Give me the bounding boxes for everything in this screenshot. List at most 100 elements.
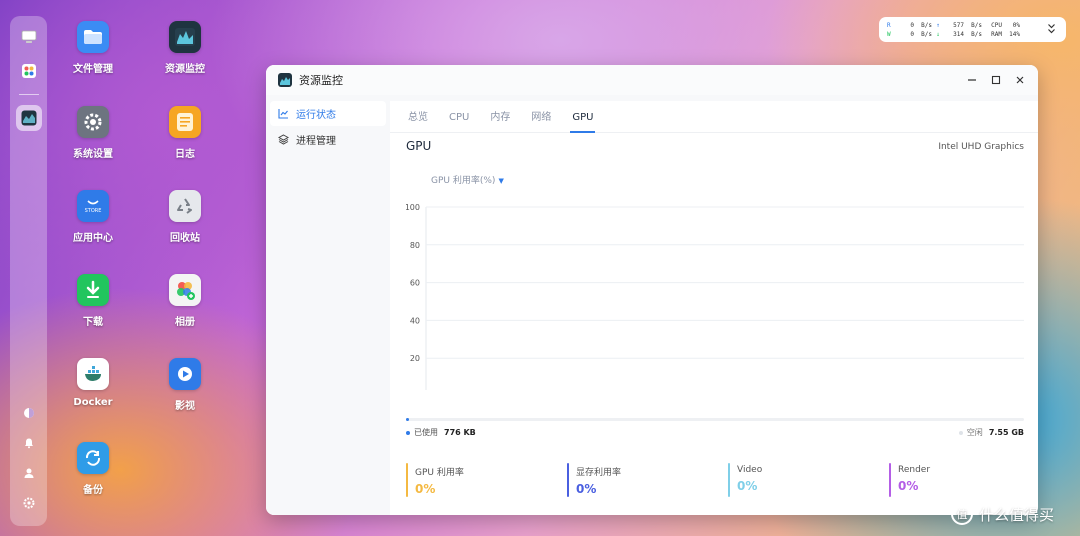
desktop-app-docker[interactable]: Docker [58, 358, 128, 408]
desktop-app-label: 备份 [83, 485, 103, 496]
stat-value: 0% [898, 479, 919, 493]
sysmon-w-write: 314 [953, 30, 964, 38]
dock-divider [18, 94, 39, 95]
video-icon [169, 358, 201, 390]
theme-icon[interactable] [16, 400, 42, 426]
sysmon-r-write: 577 [953, 21, 964, 29]
sidebar-item-running-status[interactable]: 运行状态 [270, 101, 386, 126]
gpu-model-name: Intel UHD Graphics [938, 142, 1024, 152]
window-title: 资源监控 [299, 74, 343, 87]
svg-text:STORE: STORE [85, 208, 102, 214]
memory-used: 已使用 776 KB [406, 427, 476, 438]
recycle-icon [169, 190, 201, 222]
desktop-app-download[interactable]: 下载 [58, 274, 128, 328]
settings-gear-icon[interactable] [16, 490, 42, 516]
desktop-app-backup[interactable]: 备份 [58, 442, 128, 496]
used-dot-icon [406, 430, 410, 435]
tab-overview[interactable]: 总览 [408, 101, 428, 133]
memory-free-label: 空闲 [966, 428, 983, 437]
sysmon-cpu-value: 0% [1012, 21, 1020, 29]
download-icon [77, 274, 109, 306]
sysmon-r-read: 0 [910, 21, 914, 29]
stat-render: Render 0% [889, 461, 1038, 497]
sysmon-ram-label: RAM [991, 30, 1002, 38]
desktop-app-label: 应用中心 [73, 233, 113, 244]
desktop-app-label: Docker [73, 397, 113, 408]
sysmon-read-row: R 0 B/s ↑ 577 B/s CPU 0% [887, 21, 1020, 29]
stat-vram-utilization: 显存利用率 0% [567, 461, 728, 497]
desktop-app-label: 日志 [175, 149, 195, 160]
desktop-app-system-settings[interactable]: 系统设置 [58, 106, 128, 160]
metric-dropdown-label: GPU 利用率(%) [431, 176, 496, 186]
sysmon-w-write-unit: B/s [971, 30, 982, 38]
desktop-icon[interactable] [16, 24, 42, 50]
stat-value: 0% [737, 479, 758, 493]
sysmon-w-unit: B/s [921, 30, 932, 38]
chart-y-tick-label: 80 [410, 241, 420, 250]
stat-name: Video [737, 465, 763, 475]
docker-icon [77, 358, 109, 390]
desktop-app-label: 系统设置 [73, 149, 113, 160]
tab-bar: 总览 CPU 内存 网络 GPU [390, 101, 1038, 133]
desktop-app-file-manager[interactable]: 文件管理 [58, 21, 128, 75]
desktop-app-log[interactable]: 日志 [150, 106, 220, 160]
resource-monitor-icon [278, 73, 292, 87]
system-monitor-widget[interactable]: R 0 B/s ↑ 577 B/s CPU 0% W 0 B/s ↓ 314 B… [879, 17, 1066, 42]
close-button[interactable] [1008, 70, 1032, 90]
sysmon-r-unit: B/s [921, 21, 932, 29]
gpu-section-title: GPU [406, 139, 432, 153]
folder-icon [77, 21, 109, 53]
sysmon-w-label: W [887, 30, 891, 38]
tab-memory[interactable]: 内存 [490, 101, 510, 133]
desktop-app-label: 回收站 [170, 233, 200, 244]
sysmon-r-write-unit: B/s [971, 21, 982, 29]
minimize-button[interactable] [960, 70, 984, 90]
chevron-down-icon[interactable] [1047, 23, 1056, 37]
resource-monitor-dock-icon[interactable] [15, 105, 42, 131]
tab-gpu[interactable]: GPU [570, 101, 596, 133]
desktop-app-label: 相册 [175, 317, 195, 328]
gpu-memory-used-fill [406, 418, 410, 421]
photos-icon [169, 274, 201, 306]
stat-accent-bar [567, 463, 569, 497]
memory-used-value: 776 KB [444, 428, 476, 437]
bell-icon[interactable] [16, 430, 42, 456]
stat-accent-bar [889, 463, 891, 497]
desktop-app-video[interactable]: 影视 [150, 358, 220, 412]
sysmon-cpu-label: CPU [991, 21, 1002, 29]
backup-icon [77, 442, 109, 474]
desktop-app-store[interactable]: STORE 应用中心 [58, 190, 128, 244]
watermark-logo-icon: 值 [951, 503, 973, 525]
chart-line-icon [278, 108, 290, 119]
metric-dropdown[interactable]: GPU 利用率(%) ▼ [431, 173, 504, 186]
store-icon: STORE [77, 190, 109, 222]
gpu-memory-bar [406, 418, 1024, 421]
caret-down-icon: ▼ [498, 177, 504, 185]
app-grid-icon[interactable] [16, 58, 42, 84]
sysmon-r-label: R [887, 21, 891, 29]
window-titlebar[interactable]: 资源监控 [266, 65, 1038, 95]
desktop-app-label: 文件管理 [73, 64, 113, 75]
stat-name: 显存利用率 [576, 468, 622, 478]
desktop-app-photos[interactable]: 相册 [150, 274, 220, 328]
tab-network[interactable]: 网络 [531, 101, 551, 133]
tab-cpu[interactable]: CPU [449, 101, 469, 133]
user-icon[interactable] [16, 460, 42, 486]
sidebar-item-process-management[interactable]: 进程管理 [270, 127, 386, 152]
desktop-app-resource-monitor[interactable]: 资源监控 [150, 21, 220, 75]
stat-name: Render [898, 465, 931, 475]
maximize-button[interactable] [984, 70, 1008, 90]
chart-y-tick-label: 60 [410, 279, 420, 288]
resource-monitor-window: 资源监控 运行状态 进程管理 总览 CPU 内存 网络 GPU GPU Inte… [266, 65, 1038, 515]
stat-video: Video 0% [728, 461, 889, 497]
layers-icon [278, 134, 290, 145]
gpu-stats: GPU 利用率 0% 显存利用率 0% Video 0% Render 0% [406, 461, 1038, 497]
desktop-app-label: 下载 [83, 317, 103, 328]
window-main: 总览 CPU 内存 网络 GPU GPU Intel UHD Graphics … [390, 95, 1038, 515]
sidebar-item-label: 进程管理 [296, 136, 336, 147]
desktop-app-label: 资源监控 [165, 64, 205, 75]
chart-y-tick-label: 100 [406, 203, 420, 212]
resource-monitor-icon [169, 21, 201, 53]
desktop-app-recycle-bin[interactable]: 回收站 [150, 190, 220, 244]
stat-value: 0% [576, 482, 597, 496]
